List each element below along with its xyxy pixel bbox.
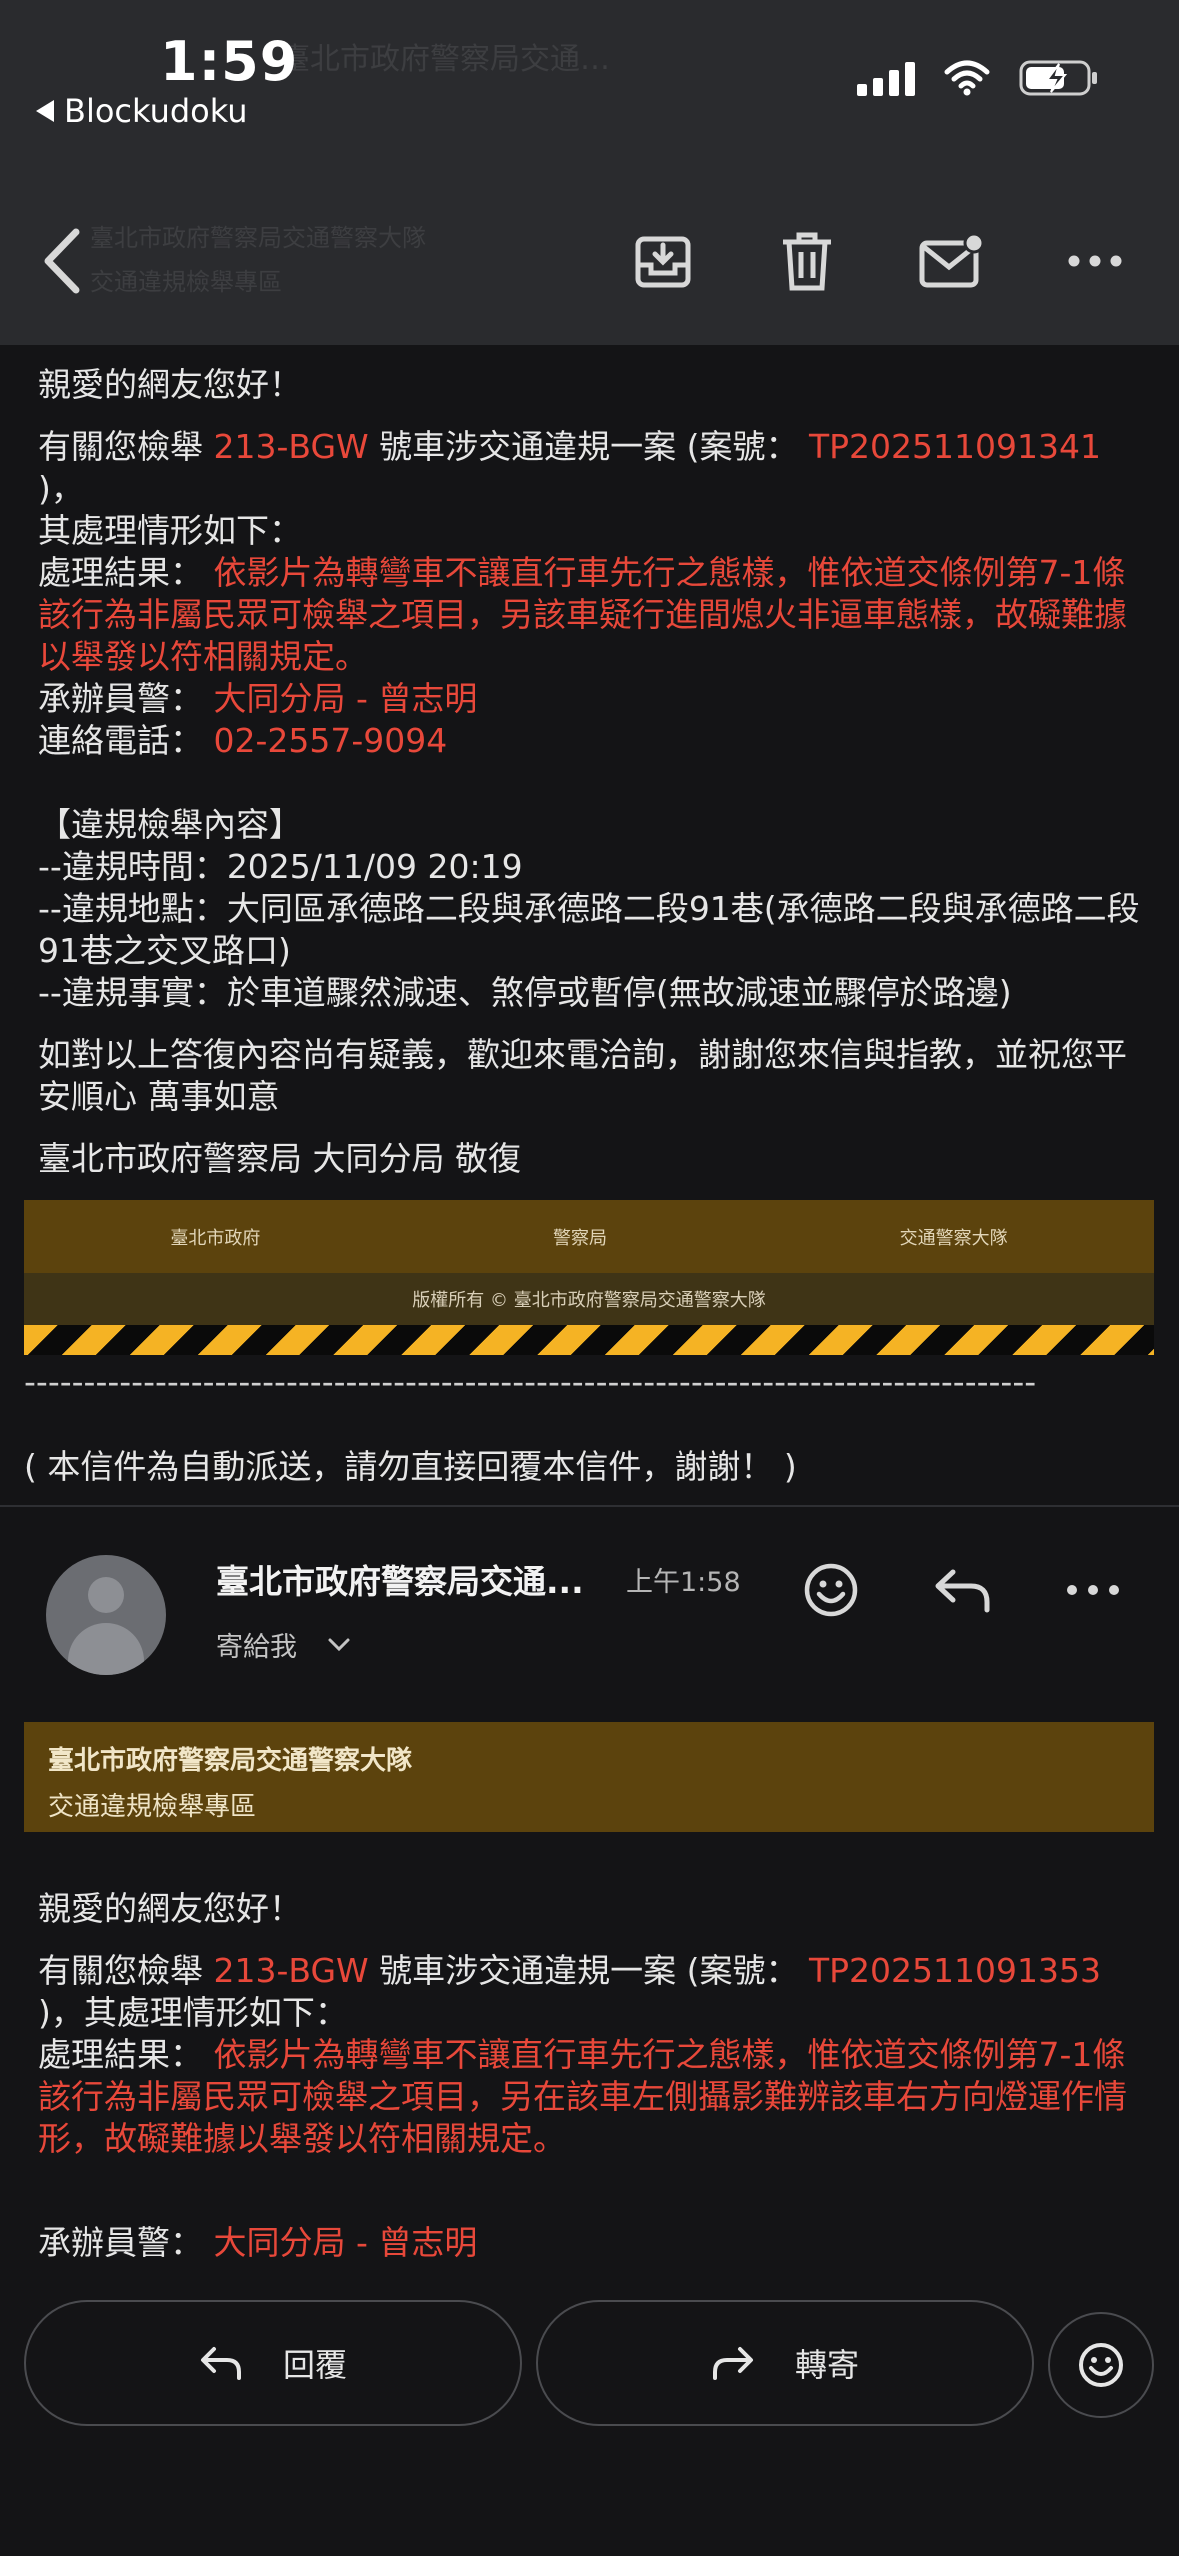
- avatar[interactable]: [46, 1555, 166, 1675]
- banner-title: 臺北市政府警察局交通警察大隊: [48, 1746, 413, 1776]
- wifi-icon: [943, 60, 991, 96]
- forward-icon: [712, 2347, 753, 2380]
- more-options-button[interactable]: [1062, 228, 1128, 294]
- result-2: 處理結果： 依影片為轉彎車不讓直行車先行之態樣，惟依道交條例第7-1條該行為非屬…: [38, 2035, 1127, 2158]
- message2-banner: 臺北市政府警察局交通警察大隊 交通違規檢舉專區: [24, 1722, 1154, 1832]
- forward-label: 轉寄: [794, 2346, 859, 2384]
- plate-number: 213-BGW: [213, 427, 369, 466]
- trash-icon: [783, 232, 831, 291]
- top-bar: 臺北市政府警察局交通… 臺北市政府警察局交通警察大隊 交通違規檢舉專區 1:59…: [0, 0, 1179, 345]
- auto-send-note: ( 本信件為自動派送，請勿直接回覆本信件，謝謝！ ): [24, 1447, 797, 1486]
- react-button[interactable]: [796, 1555, 866, 1625]
- footer-link-city[interactable]: 臺北市政府: [170, 1224, 260, 1250]
- back-button[interactable]: [30, 228, 96, 294]
- violation-time: --違規時間：2025/11/09 20:19: [38, 847, 523, 886]
- emoji-icon: [1079, 2343, 1123, 2387]
- sent-time: 上午1:58: [626, 1567, 741, 1598]
- case-intro-2: 有關您檢舉 213-BGW 號車涉交通違規一案 (案號： TP202511091…: [38, 1951, 1102, 2032]
- officer-2: 承辦員警： 大同分局 - 曾志明: [38, 2223, 478, 2262]
- violation-place: --違規地點：大同區承德路二段與承德路二段91巷(承德路二段與承德路二段91巷之…: [38, 889, 1140, 970]
- archive-icon: [635, 236, 691, 288]
- bottom-action-bar: 回覆 轉寄: [0, 2270, 1179, 2556]
- back-app-label: Blockudoku: [64, 92, 248, 130]
- footer-link-traffic[interactable]: 交通警察大隊: [900, 1224, 1008, 1250]
- back-triangle-icon: [36, 100, 54, 122]
- message-more-button[interactable]: [1058, 1555, 1128, 1625]
- case-intro: 有關您檢舉 213-BGW 號車涉交通違規一案 (案號： TP202511091…: [38, 427, 1102, 550]
- officer-name-2: 大同分局 - 曾志明: [213, 2223, 478, 2262]
- delete-button[interactable]: [774, 228, 840, 294]
- phone-number[interactable]: 02-2557-9094: [214, 721, 448, 760]
- recipient-toggle[interactable]: 寄給我: [216, 1625, 351, 1664]
- hazard-stripes: [24, 1325, 1154, 1355]
- footer-copyright: 版權所有 © 臺北市政府警察局交通警察大隊: [24, 1273, 1154, 1325]
- mark-unread-button[interactable]: [918, 228, 984, 294]
- signature: 臺北市政府警察局 大同分局 敬復: [38, 1139, 521, 1178]
- recipient-label: 寄給我: [216, 1632, 297, 1663]
- reply-label: 回覆: [282, 2346, 347, 2384]
- result: 處理結果： 依影片為轉彎車不讓直行車先行之態樣，惟依道交條例第7-1條該行為非屬…: [38, 553, 1127, 676]
- reply-header-button[interactable]: [928, 1555, 998, 1625]
- emoji-reaction-button[interactable]: [1048, 2312, 1154, 2418]
- emoji-icon: [804, 1563, 858, 1617]
- email-toolbar: [0, 210, 1179, 310]
- status-time: 1:59: [160, 30, 299, 93]
- chevron-left-icon: [44, 228, 80, 294]
- message2-body: 親愛的網友您好！ 有關您檢舉 213-BGW 號車涉交通違規一案 (案號： TP…: [38, 1888, 1148, 2264]
- banner-subtitle: 交通違規檢舉專區: [48, 1792, 257, 1822]
- more-horizontal-icon: [1068, 255, 1122, 267]
- reply-icon: [935, 1569, 990, 1613]
- footer-links: 臺北市政府 警察局 交通警察大隊: [24, 1200, 1154, 1273]
- status-icons: [857, 58, 1099, 98]
- mail-unread-icon: [919, 232, 984, 288]
- avatar-person-icon: [88, 1577, 124, 1613]
- case-number: TP202511091341: [809, 427, 1102, 466]
- ghost-subject: 臺北市政府警察局交通…: [280, 42, 610, 77]
- battery-charging-icon: [1019, 58, 1099, 98]
- footer-link-police[interactable]: 警察局: [553, 1224, 607, 1250]
- message-divider: [0, 1505, 1179, 1507]
- closing: 如對以上答復內容尚有疑義，歡迎來電洽詢，謝謝您來信與指教，並祝您平安順心 萬事如…: [38, 1035, 1127, 1116]
- reply-icon: [200, 2347, 241, 2380]
- message1-body: 親愛的網友您好！ 有關您檢舉 213-BGW 號車涉交通違規一案 (案號： TP…: [38, 364, 1148, 1180]
- dash-divider: ----------------------------------------…: [24, 1362, 1037, 1401]
- greeting: 親愛的網友您好！: [38, 365, 302, 404]
- forward-button[interactable]: 轉寄: [536, 2300, 1034, 2426]
- cellular-signal-icon: [857, 60, 915, 96]
- officer: 承辦員警： 大同分局 - 曾志明: [38, 679, 478, 718]
- case-number-2: TP202511091353: [809, 1951, 1102, 1990]
- plate-number-2: 213-BGW: [213, 1951, 369, 1990]
- reply-button[interactable]: 回覆: [24, 2300, 522, 2426]
- section-title: 【違規檢舉內容】: [38, 805, 302, 844]
- officer-name: 大同分局 - 曾志明: [213, 679, 478, 718]
- chevron-down-icon: [328, 1638, 350, 1651]
- back-to-app[interactable]: Blockudoku: [36, 92, 248, 130]
- violation-fact: --違規事實：於車道驟然減速、煞停或暫停(無故減速並驟停於路邊): [38, 973, 1012, 1012]
- greeting-2: 親愛的網友您好！: [38, 1889, 302, 1928]
- phone: 連絡電話： 02-2557-9094: [38, 721, 448, 760]
- sender-name[interactable]: 臺北市政府警察局交通...: [216, 1555, 584, 1603]
- more-horizontal-icon: [1067, 1585, 1119, 1595]
- archive-button[interactable]: [630, 228, 696, 294]
